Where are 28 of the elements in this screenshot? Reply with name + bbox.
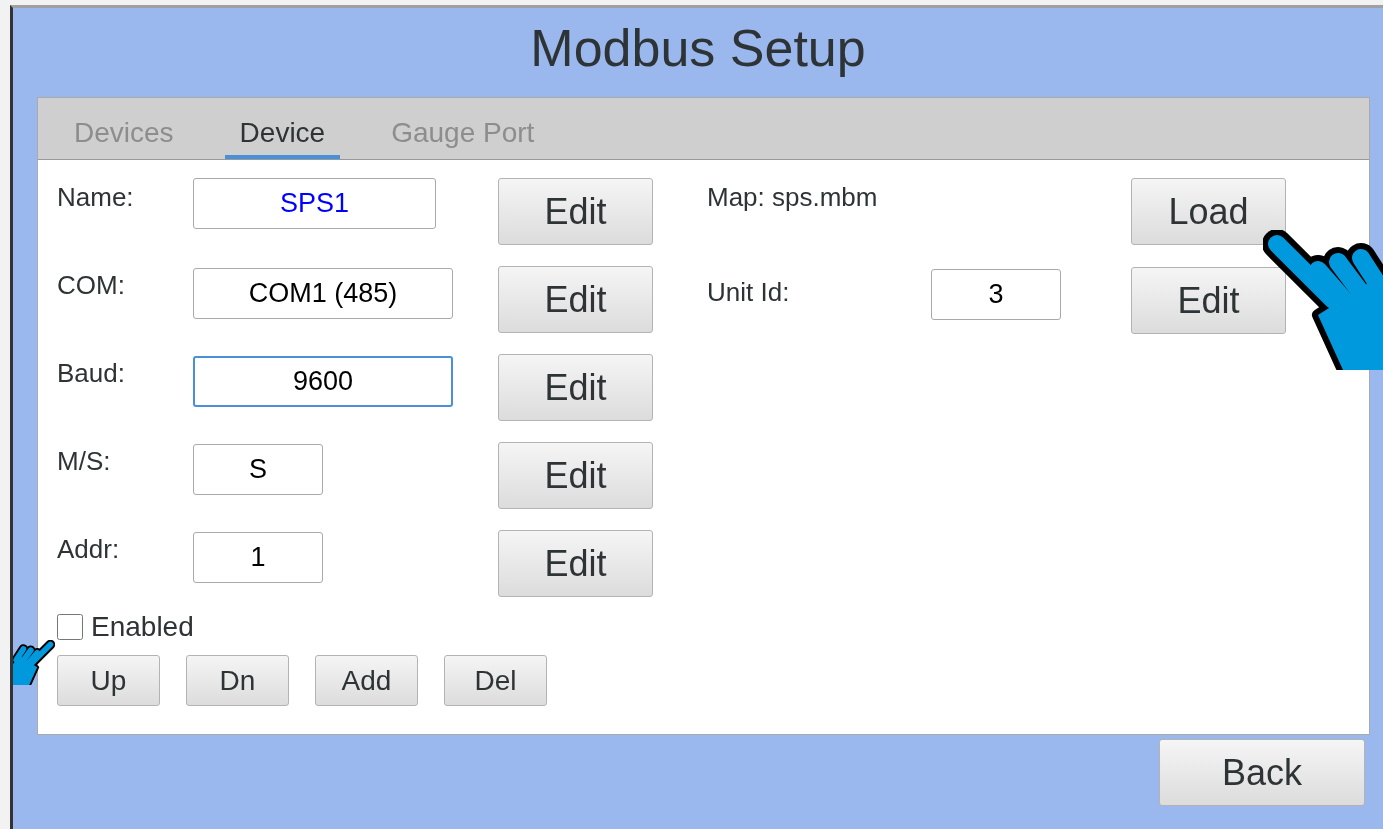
- input-field[interactable]: 3: [931, 269, 1061, 320]
- field-label: COM:: [57, 269, 126, 298]
- load-button[interactable]: Load: [1131, 178, 1286, 245]
- edit-button[interactable]: Edit: [498, 530, 653, 597]
- field-label: Baud:: [57, 357, 126, 386]
- field-label: Unit Id:: [707, 276, 791, 305]
- input-field[interactable]: S: [193, 444, 323, 495]
- checkbox-label: Enabled: [91, 613, 194, 641]
- map-label: Map: sps.mbm: [707, 181, 879, 210]
- field-label: Name:: [57, 181, 135, 210]
- input-field[interactable]: 9600: [193, 356, 453, 407]
- field-label: M/S:: [57, 445, 112, 474]
- edit-button[interactable]: Edit: [498, 442, 653, 509]
- back-button[interactable]: Back: [1159, 739, 1365, 806]
- list-button[interactable]: Up: [57, 655, 160, 706]
- list-button[interactable]: Dn: [186, 655, 289, 706]
- list-button[interactable]: Add: [315, 655, 418, 706]
- tab[interactable]: Device: [224, 98, 341, 159]
- edit-button[interactable]: Edit: [498, 266, 653, 333]
- input-field[interactable]: 1: [193, 532, 323, 583]
- edit-button[interactable]: Edit: [1131, 267, 1286, 334]
- edit-button[interactable]: Edit: [498, 178, 653, 245]
- edit-button[interactable]: Edit: [498, 354, 653, 421]
- list-button[interactable]: Del: [444, 655, 547, 706]
- field-label: Addr:: [57, 533, 121, 562]
- window-title: Modbus Setup: [529, 18, 867, 79]
- input-field[interactable]: SPS1: [193, 178, 436, 229]
- input-field[interactable]: COM1 (485): [193, 268, 453, 319]
